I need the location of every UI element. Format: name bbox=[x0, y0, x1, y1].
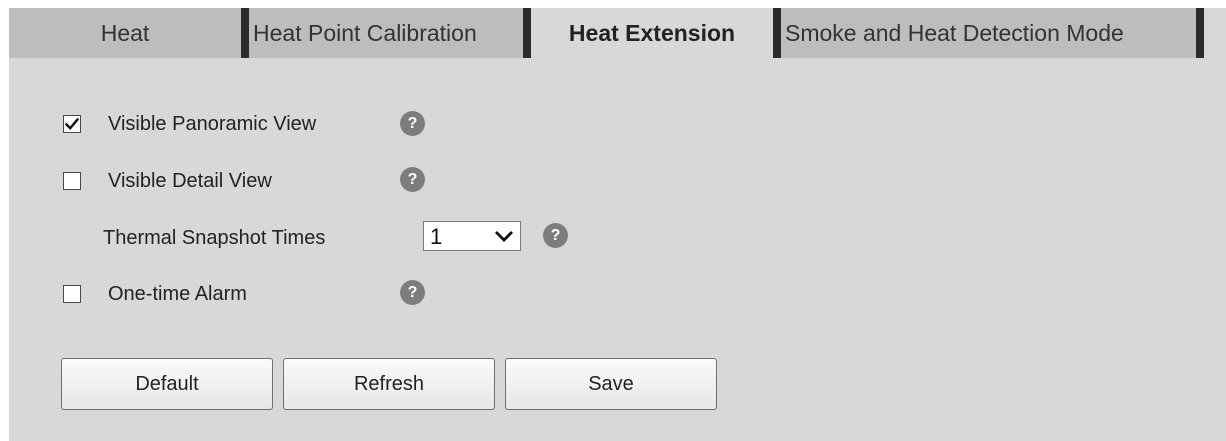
tab-smoke-heat-detection-mode-label: Smoke and Heat Detection Mode bbox=[785, 20, 1124, 46]
tab-bar: Heat Heat Point Calibration Heat Extensi… bbox=[9, 8, 1226, 58]
visible-detail-checkbox[interactable] bbox=[63, 172, 81, 190]
tab-heat-label: Heat bbox=[100, 20, 150, 46]
visible-detail-label: Visible Detail View bbox=[108, 170, 272, 192]
visible-detail-help-icon[interactable]: ? bbox=[400, 167, 425, 192]
tab-separator bbox=[773, 8, 781, 58]
default-button[interactable]: Default bbox=[61, 358, 273, 410]
checkmark-icon bbox=[64, 117, 80, 130]
thermal-snapshot-help-icon[interactable]: ? bbox=[543, 223, 568, 248]
tab-heat[interactable]: Heat bbox=[9, 8, 241, 58]
tab-heat-extension-label: Heat Extension bbox=[568, 20, 736, 46]
chevron-down-icon bbox=[495, 231, 513, 242]
one-time-alarm-help-icon[interactable]: ? bbox=[400, 280, 425, 305]
one-time-alarm-checkbox[interactable] bbox=[63, 285, 81, 303]
one-time-alarm-label: One-time Alarm bbox=[108, 283, 247, 305]
thermal-snapshot-value: 1 bbox=[430, 224, 443, 249]
tab-heat-point-calibration-label: Heat Point Calibration bbox=[253, 20, 477, 46]
tab-heat-point-calibration[interactable]: Heat Point Calibration bbox=[249, 8, 523, 58]
tab-separator bbox=[523, 8, 531, 58]
visible-panoramic-help-icon[interactable]: ? bbox=[400, 111, 425, 136]
tab-separator bbox=[1196, 8, 1204, 58]
tab-smoke-heat-detection-mode[interactable]: Smoke and Heat Detection Mode bbox=[781, 8, 1196, 58]
tab-heat-extension[interactable]: Heat Extension bbox=[531, 8, 773, 58]
save-button[interactable]: Save bbox=[505, 358, 717, 410]
visible-panoramic-label: Visible Panoramic View bbox=[108, 113, 317, 135]
tab-separator bbox=[241, 8, 249, 58]
visible-panoramic-checkbox[interactable] bbox=[63, 115, 81, 133]
refresh-button[interactable]: Refresh bbox=[283, 358, 495, 410]
thermal-snapshot-select[interactable]: 1 bbox=[423, 221, 521, 251]
thermal-snapshot-label: Thermal Snapshot Times bbox=[103, 227, 326, 249]
